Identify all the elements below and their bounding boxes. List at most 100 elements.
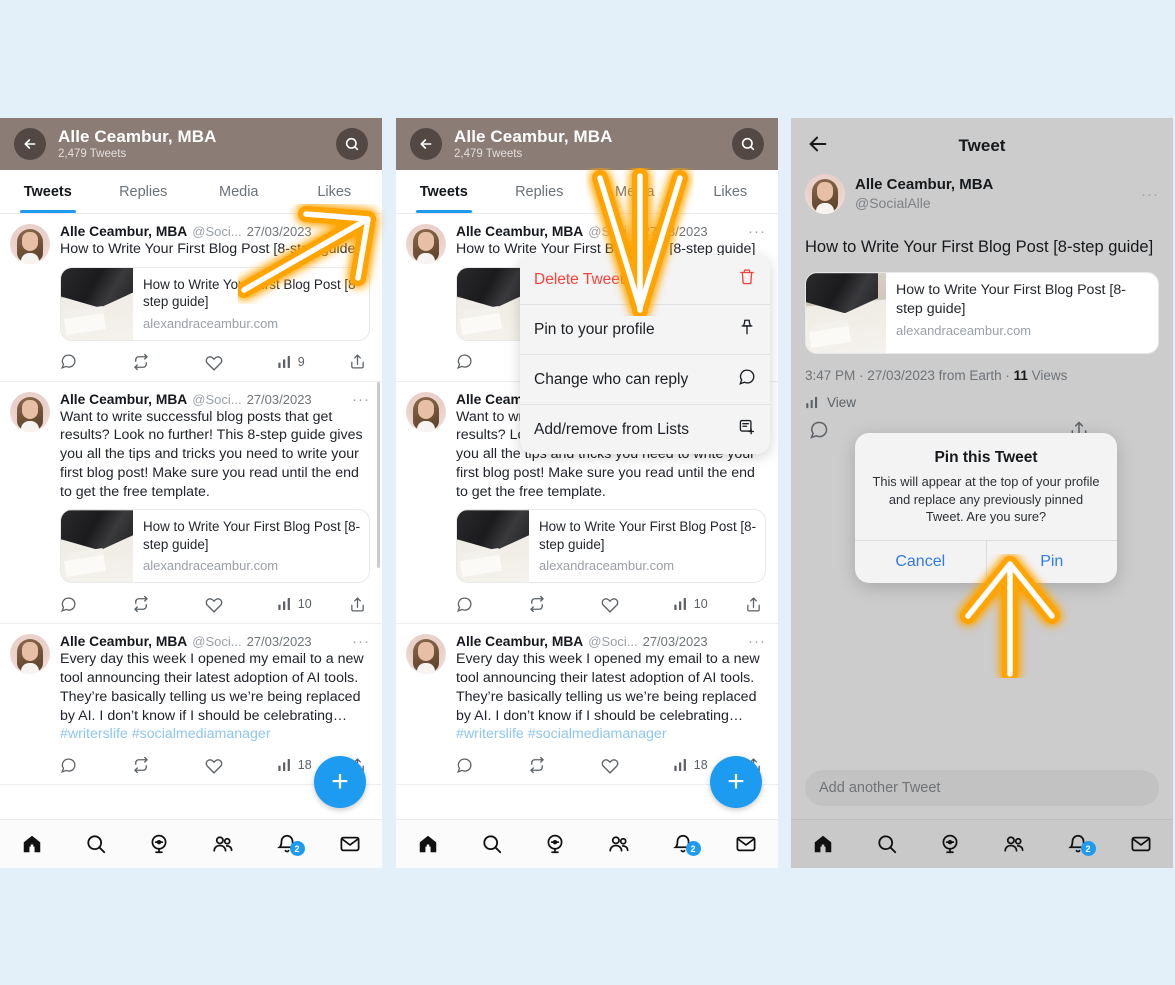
nav-messages[interactable] [714,833,778,855]
share-icon[interactable] [745,596,762,613]
analytics-label: View [827,395,857,411]
tweet-more-button[interactable]: ··· [748,634,766,649]
like-icon[interactable] [205,353,277,371]
like-icon[interactable] [205,595,277,614]
retweet-icon[interactable] [132,756,204,774]
alert-cancel-button[interactable]: Cancel [855,541,986,583]
tweet-feed[interactable]: Alle Ceambur, MBA @Soci... 27/03/2023 ··… [0,214,382,835]
tweet-more-button[interactable]: ··· [748,224,766,239]
tweet-date: 27/03/2023 [246,391,312,407]
menu-item-delete-tweet[interactable]: Delete Tweet [520,255,770,305]
nav-spaces[interactable] [918,833,982,855]
like-icon[interactable] [601,756,673,774]
views-stat[interactable]: 10 [277,596,349,612]
link-preview-thumbnail [457,510,529,583]
tweet-hashtags[interactable]: #writerslife #socialmediamanager [60,726,271,742]
tweet-date: 27/03/2023 [246,634,312,650]
views-stat[interactable]: 9 [277,354,349,370]
nav-spaces[interactable] [523,833,587,855]
view-tweet-analytics[interactable]: View [791,383,1173,410]
tab-likes[interactable]: Likes [683,170,779,213]
nav-communities[interactable] [982,833,1046,855]
add-another-tweet-input[interactable]: Add another Tweet [805,770,1159,806]
share-icon[interactable] [349,596,366,613]
nav-home[interactable] [0,833,64,855]
tab-tweets[interactable]: Tweets [396,170,492,213]
tweet-context-menu[interactable]: Delete Tweet Pin to your profile Change … [520,255,770,454]
nav-notifications[interactable]: 2 [651,833,715,856]
menu-item-pin-to-your-profile[interactable]: Pin to your profile [520,305,770,355]
reply-icon[interactable] [60,757,132,774]
tweet-more-button[interactable]: ··· [352,224,370,239]
retweet-icon[interactable] [132,595,204,613]
tweet-more-button[interactable]: ··· [352,634,370,649]
reply-icon[interactable] [60,353,132,370]
link-preview-title: How to Write Your First Blog Post [8-ste… [143,519,361,552]
tweet-more-button[interactable]: ··· [352,392,370,407]
menu-item-change-who-can-reply[interactable]: Change who can reply [520,355,770,405]
nav-home[interactable] [396,833,460,855]
retweet-icon[interactable] [528,595,600,613]
alert-pin-button[interactable]: Pin [985,540,1118,583]
tweet-text: Every day this week I opened my email to… [60,650,370,744]
list-add-icon [738,418,756,441]
nav-communities[interactable] [191,833,255,855]
nav-messages[interactable] [1109,833,1173,855]
search-icon[interactable] [732,128,764,160]
tab-media[interactable]: Media [587,170,683,213]
tweet-metadata: 3:47 PM · 27/03/2023 from Earth · 11 Vie… [791,354,1173,383]
pin-icon [738,318,756,341]
tweet-detail-author[interactable]: Alle Ceambur, MBA @SocialAlle ··· [791,174,1173,214]
nav-home[interactable] [791,833,855,855]
nav-search[interactable] [855,833,919,855]
nav-communities[interactable] [587,833,651,855]
tweet-more-button[interactable]: ··· [1141,186,1159,203]
avatar [406,224,446,264]
tab-replies[interactable]: Replies [96,170,192,213]
reply-icon[interactable] [456,596,528,613]
tweet-item[interactable]: Alle Ceambur, MBA @Soci... 27/03/2023 ··… [0,214,382,382]
back-arrow-icon[interactable] [14,128,46,160]
reply-icon[interactable] [456,757,528,774]
tweet-text: Every day this week I opened my email to… [456,650,766,744]
nav-notifications[interactable]: 2 [1046,833,1110,856]
views-stat[interactable]: 10 [673,596,745,612]
compose-tweet-fab[interactable]: + [314,756,366,808]
link-preview-card[interactable]: How to Write Your First Blog Post [8-ste… [805,272,1159,355]
nav-spaces[interactable] [127,833,191,855]
tweet-item[interactable]: Alle Ceambur, MBA @Soci... 27/03/2023 ··… [0,382,382,625]
tab-media[interactable]: Media [191,170,287,213]
tweet-date: 27/03/2023 [642,634,708,650]
nav-notifications[interactable]: 2 [255,833,319,856]
tweet-hashtags[interactable]: #writerslife #socialmediamanager [456,726,667,742]
link-preview-card[interactable]: How to Write Your First Blog Post [8-ste… [60,509,370,584]
share-icon[interactable] [349,353,366,370]
compose-tweet-fab[interactable]: + [710,756,762,808]
views-count: 18 [297,758,312,773]
retweet-icon[interactable] [528,756,600,774]
phone-screen-menu-open: Alle Ceambur, MBA 2,479 Tweets Tweets Re… [396,118,778,868]
profile-tabs: Tweets Replies Media Likes [396,170,778,214]
page-title: Tweet [958,136,1006,155]
search-icon[interactable] [336,128,368,160]
link-preview-card[interactable]: How to Write Your First Blog Post [8-ste… [60,266,370,341]
like-icon[interactable] [205,756,277,774]
phone-screen-tweet-detail: Tweet Alle Ceambur, MBA @SocialAlle ··· … [791,118,1173,868]
tweet-actions: 10 [456,591,766,617]
retweet-icon[interactable] [132,353,204,371]
menu-item-add-remove-from-lists[interactable]: Add/remove from Lists [520,405,770,454]
tweet-text: Want to write successful blog posts that… [60,408,363,500]
tab-tweets[interactable]: Tweets [0,170,96,213]
tweet-views-label: Views [1027,368,1068,384]
tab-likes[interactable]: Likes [287,170,383,213]
nav-messages[interactable] [318,833,382,855]
like-icon[interactable] [601,595,673,614]
reply-icon[interactable] [60,596,132,613]
nav-search[interactable] [64,833,128,855]
feed-scrollbar[interactable] [377,382,380,568]
link-preview-card[interactable]: How to Write Your First Blog Post [8-ste… [456,509,766,584]
back-arrow-icon[interactable] [410,128,442,160]
tab-replies[interactable]: Replies [492,170,588,213]
link-preview-url: alexandraceambur.com [539,558,675,574]
nav-search[interactable] [460,833,524,855]
